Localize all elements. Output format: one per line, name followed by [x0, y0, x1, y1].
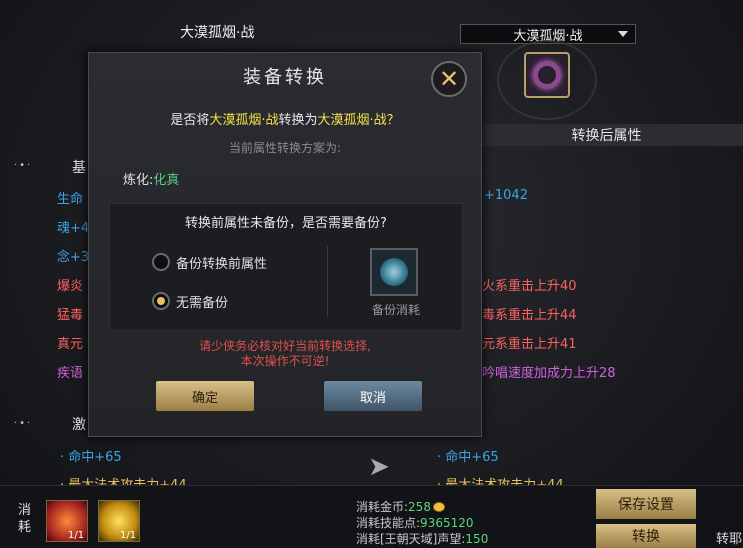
question-from-item: 大漠孤烟·战 [209, 113, 279, 128]
right-stat-2: 火系重击上升40 [482, 279, 577, 294]
chevron-down-icon [618, 31, 628, 37]
question-prefix: 是否将 [170, 113, 210, 128]
rep-cost-label: 消耗[王朝天域]声望: [356, 532, 466, 546]
close-button[interactable]: ✕ [431, 61, 467, 97]
question-suffix: ？ [386, 113, 400, 128]
equipment-item-slot[interactable] [524, 52, 570, 98]
equipment-name-left: 大漠孤烟·战 [180, 25, 255, 41]
gold-cost-value: 258 [408, 500, 431, 514]
left-section2-header: 激 [72, 417, 86, 433]
section-dots: ·•· [14, 418, 33, 429]
backup-question: 转换前属性未备份，是否需要备份? [185, 216, 387, 231]
orb-icon [380, 258, 408, 286]
close-icon: ✕ [438, 65, 460, 93]
right-stat-3: 毒系重击上升44 [482, 308, 577, 323]
question-to-item: 大漠孤烟·战 [317, 113, 387, 128]
left-stat-7: 疾语 [57, 366, 84, 381]
cancel-button[interactable]: 取消 [324, 381, 422, 411]
left-section-header: 基 [72, 160, 86, 176]
right-stat-4: 元系重击上升41 [482, 337, 577, 352]
right-column-header: 转换后属性 [470, 124, 743, 146]
item1-count: 1/1 [68, 530, 85, 541]
consume-label: 消耗 [18, 503, 32, 535]
convert-arrow-icon: ➤ [368, 452, 390, 482]
left-stat-6: 真元 [57, 337, 84, 352]
skill-cost-value: 9365120 [420, 516, 474, 530]
divider [327, 246, 328, 316]
right-stat-5: 吟唱速度加成力上升28 [482, 366, 616, 381]
left-stat-5: 猛毒 [57, 308, 84, 323]
equipment-convert-dialog: 装备转换 ✕ 是否将大漠孤烟·战转换为大漠孤烟·战？ 当前属性转换方案为: 炼化… [88, 52, 482, 437]
rep-cost-line: 消耗[王朝天域]声望:150 [356, 530, 488, 547]
save-settings-button[interactable]: 保存设置 [596, 489, 696, 519]
warning-text: 请少侠务必核对好当前转换选择, 本次操作不可逆! [89, 339, 481, 369]
side-tab-label[interactable]: 转耶 [716, 528, 742, 547]
rep-cost-value: 150 [465, 532, 489, 546]
warning-line-1: 请少侠务必核对好当前转换选择, [199, 339, 371, 353]
warning-line-2: 本次操作不可逆! [240, 354, 330, 368]
backup-cost-item[interactable] [370, 248, 418, 296]
gold-cost-line: 消耗金币:258 [356, 498, 445, 515]
gold-cost-label: 消耗金币: [356, 500, 409, 514]
right-stat-1: +1042 [484, 188, 528, 203]
coin-icon [432, 502, 445, 512]
radio-no-backup[interactable] [152, 292, 170, 310]
refine-line: 炼化:化真 [123, 169, 179, 188]
refine-label: 炼化: [123, 173, 154, 188]
question-mid: 转换为 [278, 113, 318, 128]
dialog-subtitle: 当前属性转换方案为: [228, 141, 342, 155]
left-stat-1: 生命 [57, 192, 84, 207]
item2-count: 1/1 [120, 530, 137, 541]
left-stat-3: 念+3 [57, 250, 90, 265]
section-dots: ·•· [14, 160, 33, 171]
refine-value: 化真 [153, 173, 180, 188]
left-bottom-stat-1: · 命中+65 [60, 450, 122, 465]
left-stat-4: 爆炎 [57, 279, 84, 294]
ring-icon [533, 61, 561, 89]
left-stat-2: 魂+4 [57, 221, 90, 236]
confirm-button[interactable]: 确定 [156, 381, 254, 411]
dialog-title: 装备转换 [243, 67, 327, 88]
radio-backup[interactable] [152, 253, 170, 271]
radio-backup-label[interactable]: 备份转换前属性 [176, 253, 267, 272]
right-bottom-stat-1: · 命中+65 [437, 450, 499, 465]
convert-question: 是否将大漠孤烟·战转换为大漠孤烟·战？ [89, 109, 481, 128]
backup-panel: 转换前属性未备份，是否需要备份? 备份转换前属性 无需备份 备份消耗 [109, 203, 463, 331]
backup-cost-label: 备份消耗 [371, 303, 420, 317]
skill-cost-label: 消耗技能点: [356, 516, 421, 530]
convert-button[interactable]: 转换 [596, 524, 696, 548]
radio-no-backup-label[interactable]: 无需备份 [176, 292, 228, 311]
skill-cost-line: 消耗技能点:9365120 [356, 514, 474, 531]
